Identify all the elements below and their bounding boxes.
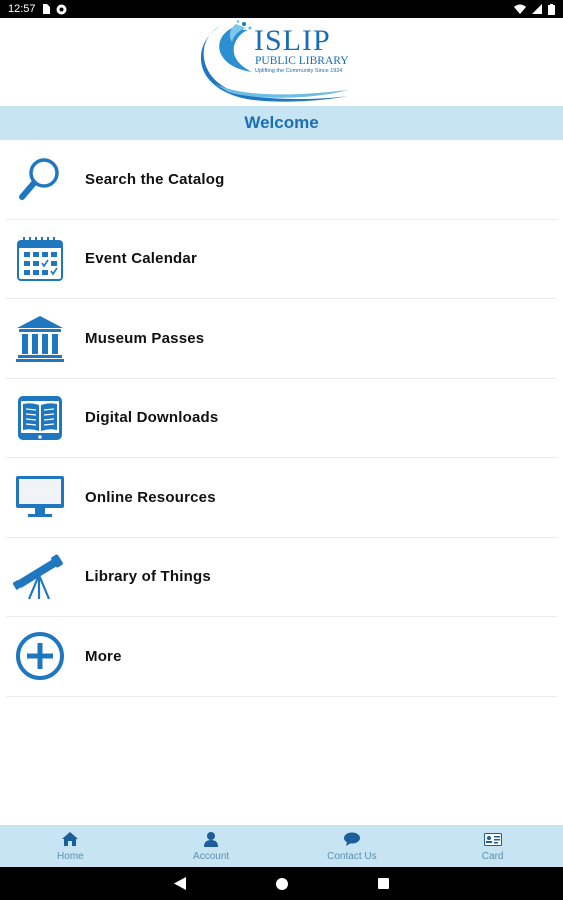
monitor-icon (6, 458, 74, 537)
status-time: 12:57 (8, 3, 36, 15)
at-sign-icon (56, 4, 67, 14)
menu-item-online-resources[interactable]: Online Resources (6, 458, 557, 538)
menu-item-search-catalog[interactable]: Search the Catalog (6, 140, 557, 220)
logo-area: ISLIP PUBLIC LIBRARY Uplifting the Commu… (0, 18, 563, 106)
tab-contact-us[interactable]: Contact Us (282, 825, 423, 867)
tab-label: Home (57, 851, 84, 862)
menu-item-label: Search the Catalog (85, 170, 225, 188)
tab-home[interactable]: Home (0, 825, 141, 867)
home-button[interactable] (271, 873, 293, 895)
status-right (514, 3, 555, 15)
page-title: Welcome (244, 113, 319, 132)
menu-item-more[interactable]: More (6, 617, 557, 697)
menu-item-label: Library of Things (85, 568, 211, 586)
plus-circle-icon (6, 617, 74, 696)
tab-account[interactable]: Account (141, 825, 282, 867)
tab-label: Account (193, 851, 230, 862)
menu-item-library-of-things[interactable]: Library of Things (6, 537, 557, 617)
wifi-icon (514, 4, 526, 14)
recents-square-icon (378, 878, 389, 889)
menu-item-label: More (85, 647, 122, 665)
menu-item-label: Digital Downloads (85, 409, 219, 427)
menu-item-event-calendar[interactable]: Event Calendar (6, 219, 557, 299)
chat-bubble-icon (343, 830, 360, 848)
tab-label: Card (481, 851, 504, 862)
home-icon (62, 830, 79, 848)
bottom-tab-bar: Home Account Contact Us Card (0, 825, 563, 867)
back-button[interactable] (169, 873, 191, 895)
status-left: 12:57 (8, 3, 67, 15)
main-menu: Search the Catalog Event Calendar Museum… (6, 140, 557, 697)
search-icon (6, 140, 74, 219)
welcome-header: Welcome (0, 106, 563, 140)
status-bar: 12:57 (0, 0, 563, 18)
menu-item-label: Online Resources (85, 488, 216, 506)
sim-card-icon (42, 4, 50, 14)
menu-item-museum-passes[interactable]: Museum Passes (6, 299, 557, 379)
back-triangle-icon (173, 877, 186, 890)
library-logo: ISLIP PUBLIC LIBRARY Uplifting the Commu… (198, 20, 368, 104)
calendar-icon (6, 219, 74, 298)
home-circle-icon (275, 877, 288, 890)
tab-label: Contact Us (327, 851, 377, 862)
signal-icon (532, 4, 542, 14)
person-icon (204, 830, 219, 848)
id-card-icon (483, 830, 502, 848)
menu-item-digital-downloads[interactable]: Digital Downloads (6, 378, 557, 458)
recents-button[interactable] (373, 873, 395, 895)
battery-icon (548, 3, 555, 15)
menu-item-label: Event Calendar (85, 250, 198, 268)
logo-title: ISLIP (254, 24, 331, 57)
menu-item-label: Museum Passes (85, 329, 205, 347)
tab-card[interactable]: Card (422, 825, 563, 867)
system-nav-bar (0, 867, 563, 900)
logo-subtitle: PUBLIC LIBRARY (255, 55, 349, 67)
museum-icon (6, 299, 74, 378)
ebook-tablet-icon (6, 378, 74, 457)
telescope-icon (6, 537, 74, 616)
logo-tagline: Uplifting the Community Since 1924 (255, 68, 343, 74)
